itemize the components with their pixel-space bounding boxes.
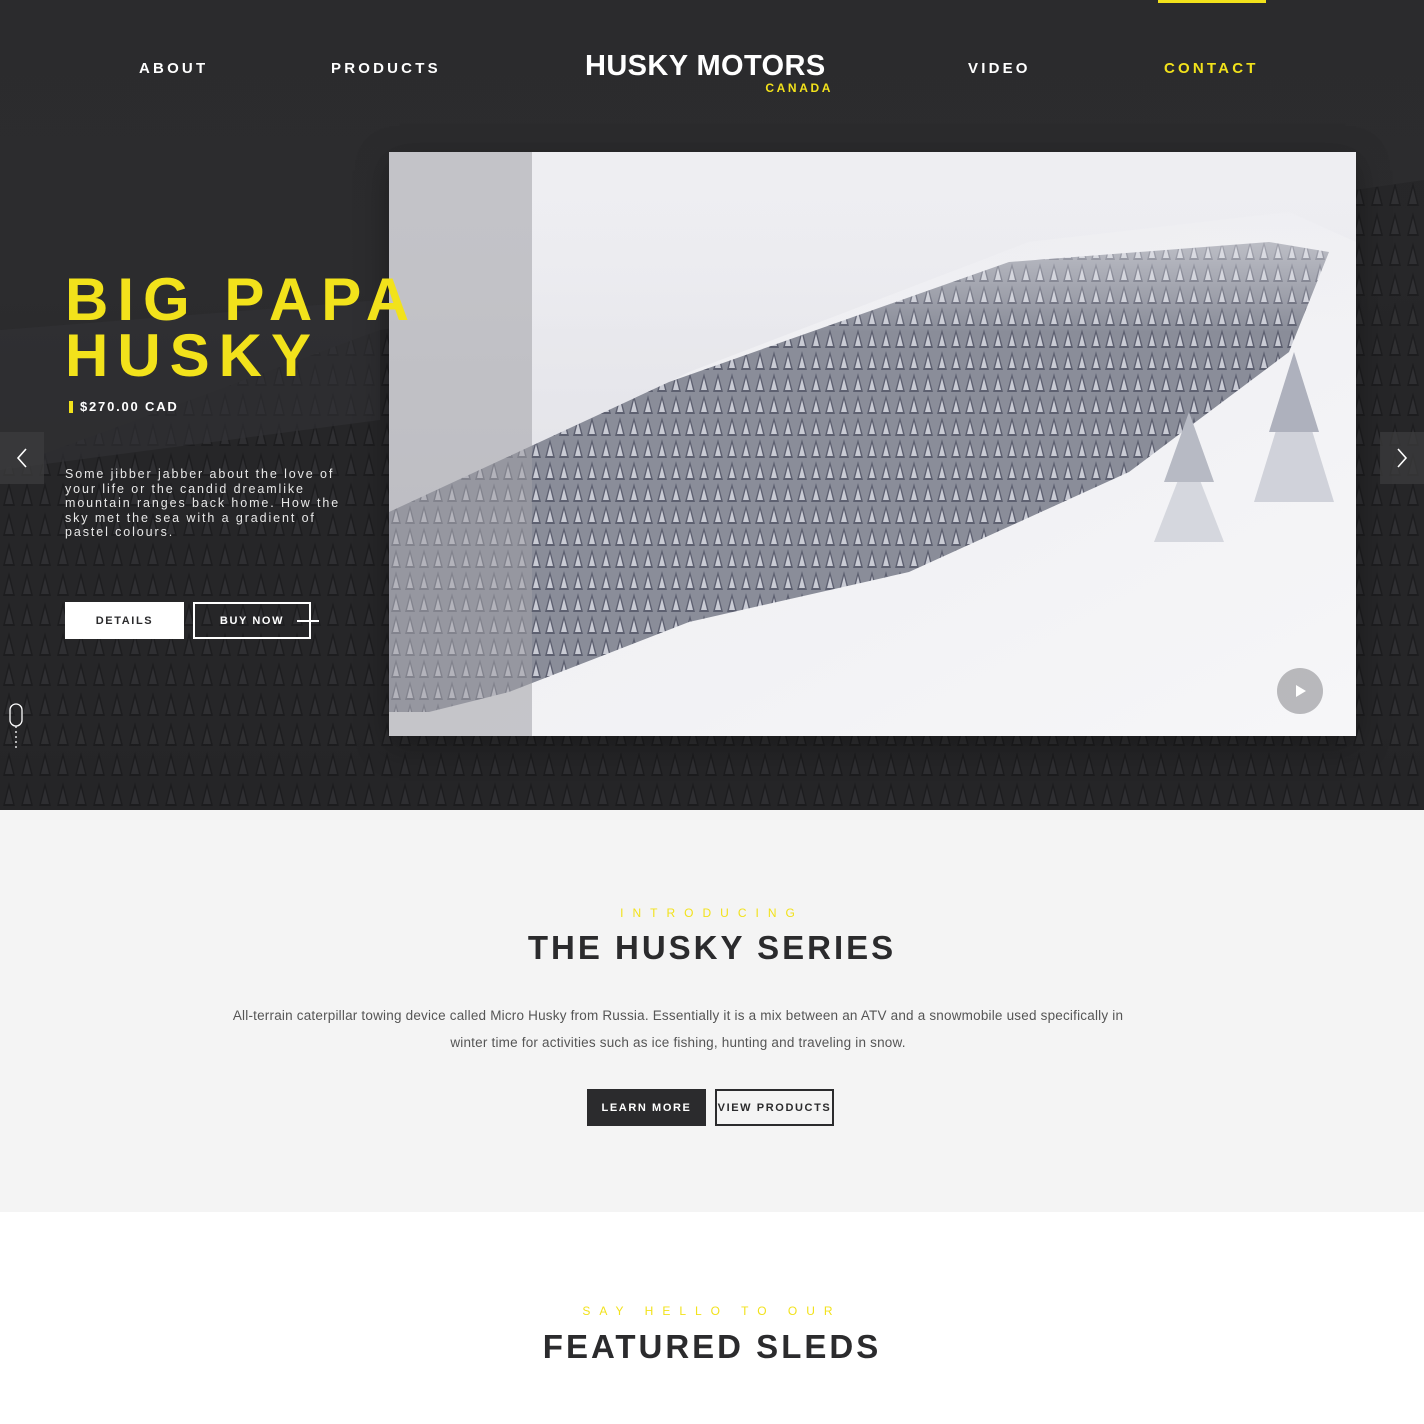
nav-video[interactable]: VIDEO: [968, 60, 1031, 77]
featured-eyebrow: SAY HELLO TO OUR: [582, 1304, 842, 1318]
hero-title-line-2: HUSKY: [65, 322, 321, 389]
intro-section: INTRODUCING THE HUSKY SERIES All-terrain…: [0, 810, 1424, 1212]
brand-logo[interactable]: HUSKY MOTORS CANADA: [585, 50, 837, 98]
product-price: $270.00 CAD: [80, 399, 179, 414]
nav-products[interactable]: PRODUCTS: [331, 60, 441, 77]
slider-next-button[interactable]: [1380, 432, 1424, 484]
play-video-button[interactable]: [1277, 668, 1323, 714]
view-products-button[interactable]: VIEW PRODUCTS: [715, 1089, 834, 1126]
buy-now-button[interactable]: BUY NOW: [193, 602, 311, 639]
featured-section: SAY HELLO TO OUR FEATURED SLEDS: [0, 1212, 1424, 1424]
logo-wordmark: HUSKY MOTORS: [585, 50, 826, 82]
chevron-left-icon: [16, 448, 27, 468]
details-button[interactable]: DETAILS: [65, 602, 184, 639]
featured-title: FEATURED SLEDS: [542, 1328, 882, 1365]
nav-active-indicator: [1158, 0, 1266, 3]
buy-now-decoration-line: [297, 620, 319, 622]
slider-prev-button[interactable]: [0, 432, 44, 484]
chevron-right-icon: [1397, 448, 1408, 468]
intro-description: All-terrain caterpillar towing device ca…: [190, 1002, 1166, 1056]
snowy-forest-photo: [389, 152, 1356, 736]
nav-contact[interactable]: CONTACT: [1164, 60, 1259, 77]
intro-description-line-1: All-terrain caterpillar towing device ca…: [232, 1008, 1124, 1023]
intro-eyebrow: INTRODUCING: [620, 906, 804, 920]
image-overlay-panel: [389, 152, 532, 736]
hero-title: BIG PAPA HUSKY: [65, 270, 418, 386]
play-icon: [1296, 685, 1306, 697]
nav-about[interactable]: ABOUT: [139, 60, 208, 77]
learn-more-button[interactable]: LEARN MORE: [587, 1089, 706, 1126]
intro-description-line-2: winter time for activities such as ice f…: [450, 1035, 906, 1050]
logo-subtitle: CANADA: [765, 81, 833, 95]
intro-title: THE HUSKY SERIES: [527, 929, 897, 966]
hero-description: Some jibber jabber about the love of you…: [65, 467, 341, 539]
price-accent-bar: [69, 401, 73, 413]
hero-product-image: [389, 152, 1356, 736]
mouse-scroll-icon[interactable]: [8, 703, 24, 749]
hero-section: ABOUT PRODUCTS HUSKY MOTORS CANADA VIDEO…: [0, 0, 1424, 810]
